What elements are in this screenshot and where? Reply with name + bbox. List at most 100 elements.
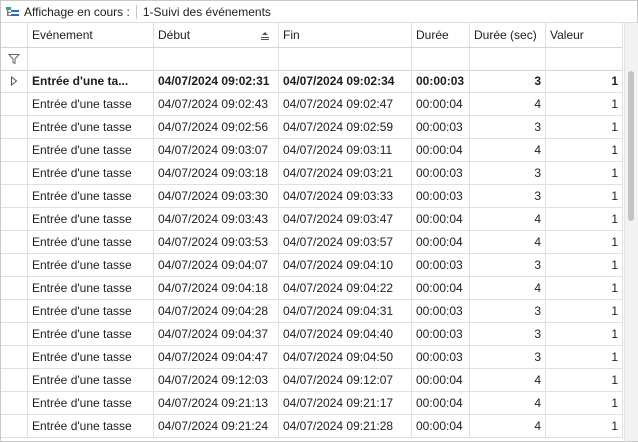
cell-valeur[interactable]: 1 (546, 231, 623, 253)
table-row[interactable]: Entrée d'une tasse 04/07/2024 09:04:28 04/… (1, 300, 623, 323)
table-row[interactable]: Entrée d'une tasse 04/07/2024 09:21:13 04/… (1, 392, 623, 415)
cell-valeur[interactable]: 1 (546, 323, 623, 345)
current-view-selector[interactable]: 1-Suivi des événements (143, 5, 271, 19)
filter-icon[interactable] (1, 48, 28, 70)
cell-duree-sec[interactable]: 4 (470, 139, 546, 161)
row-indicator[interactable] (1, 70, 28, 92)
table-row[interactable]: Entrée d'une tasse 04/07/2024 09:03:43 04/… (1, 208, 623, 231)
cell-evenement[interactable]: Entrée d'une tasse (28, 93, 154, 115)
cell-evenement[interactable]: Entrée d'une tasse (28, 139, 154, 161)
cell-evenement[interactable]: Entrée d'une tasse (28, 231, 154, 253)
cell-debut[interactable]: 04/07/2024 09:21:13 (154, 392, 279, 414)
vertical-scrollbar[interactable] (624, 23, 638, 441)
cell-duree[interactable]: 00:00:04 (412, 139, 470, 161)
cell-evenement[interactable]: Entrée d'une tasse (28, 323, 154, 345)
table-row[interactable]: Entrée d'une tasse 04/07/2024 09:04:37 04/… (1, 323, 623, 346)
cell-valeur[interactable]: 1 (546, 369, 623, 391)
cell-valeur[interactable]: 1 (546, 139, 623, 161)
row-indicator[interactable] (1, 139, 28, 161)
cell-valeur[interactable]: 1 (546, 300, 623, 322)
cell-evenement[interactable]: Entrée d'une tasse (28, 116, 154, 138)
cell-fin[interactable]: 04/07/2024 09:04:22 (279, 277, 412, 299)
cell-duree-sec[interactable]: 3 (470, 185, 546, 207)
cell-duree[interactable]: 00:00:04 (412, 93, 470, 115)
cell-duree-sec[interactable]: 3 (470, 254, 546, 276)
cell-duree[interactable]: 00:00:03 (412, 300, 470, 322)
cell-fin[interactable]: 04/07/2024 09:02:59 (279, 116, 412, 138)
cell-duree-sec[interactable]: 4 (470, 369, 546, 391)
column-header-valeur[interactable]: Valeur (546, 23, 623, 47)
filter-cell-fin[interactable] (279, 48, 412, 70)
cell-duree[interactable]: 00:00:04 (412, 392, 470, 414)
cell-valeur[interactable]: 1 (546, 93, 623, 115)
cell-valeur[interactable]: 1 (546, 185, 623, 207)
cell-evenement[interactable]: Entrée d'une tasse (28, 208, 154, 230)
cell-fin[interactable]: 04/07/2024 09:03:11 (279, 139, 412, 161)
row-indicator[interactable] (1, 323, 28, 345)
cell-valeur[interactable]: 1 (546, 392, 623, 414)
row-indicator[interactable] (1, 231, 28, 253)
cell-duree[interactable]: 00:00:04 (412, 231, 470, 253)
filter-cell-evenement[interactable] (28, 48, 154, 70)
cell-debut[interactable]: 04/07/2024 09:12:03 (154, 369, 279, 391)
cell-duree-sec[interactable]: 3 (470, 162, 546, 184)
table-row[interactable]: Entrée d'une tasse 04/07/2024 09:03:53 04/… (1, 231, 623, 254)
cell-valeur[interactable]: 1 (546, 254, 623, 276)
cell-fin[interactable]: 04/07/2024 09:04:10 (279, 254, 412, 276)
row-indicator[interactable] (1, 162, 28, 184)
cell-duree[interactable]: 00:00:03 (412, 116, 470, 138)
cell-evenement[interactable]: Entrée d'une tasse (28, 277, 154, 299)
cell-fin[interactable]: 04/07/2024 09:21:17 (279, 392, 412, 414)
filter-cell-valeur[interactable] (546, 48, 623, 70)
filter-cell-duree-sec[interactable] (470, 48, 546, 70)
cell-fin[interactable]: 04/07/2024 09:02:34 (279, 70, 412, 92)
cell-valeur[interactable]: 1 (546, 162, 623, 184)
cell-fin[interactable]: 04/07/2024 09:03:21 (279, 162, 412, 184)
row-indicator[interactable] (1, 369, 28, 391)
row-indicator[interactable] (1, 208, 28, 230)
cell-valeur[interactable]: 1 (546, 208, 623, 230)
filter-cell-debut[interactable] (154, 48, 279, 70)
row-indicator[interactable] (1, 277, 28, 299)
cell-evenement[interactable]: Entrée d'une tasse (28, 254, 154, 276)
cell-duree-sec[interactable]: 3 (470, 300, 546, 322)
cell-fin[interactable]: 04/07/2024 09:12:07 (279, 369, 412, 391)
cell-debut[interactable]: 04/07/2024 09:04:37 (154, 323, 279, 345)
column-header-duree-sec[interactable]: Durée (sec) (470, 23, 546, 47)
cell-fin[interactable]: 04/07/2024 09:03:57 (279, 231, 412, 253)
cell-fin[interactable]: 04/07/2024 09:21:28 (279, 415, 412, 437)
cell-debut[interactable]: 04/07/2024 09:02:43 (154, 93, 279, 115)
view-layout-icon[interactable] (5, 4, 21, 20)
cell-duree[interactable]: 00:00:04 (412, 415, 470, 437)
cell-debut[interactable]: 04/07/2024 09:04:18 (154, 277, 279, 299)
cell-debut[interactable]: 04/07/2024 09:21:24 (154, 415, 279, 437)
cell-duree[interactable]: 00:00:03 (412, 346, 470, 368)
cell-duree-sec[interactable]: 3 (470, 70, 546, 92)
cell-debut[interactable]: 04/07/2024 09:02:31 (154, 70, 279, 92)
cell-evenement[interactable]: Entrée d'une tasse (28, 185, 154, 207)
cell-evenement[interactable]: Entrée d'une tasse (28, 162, 154, 184)
cell-duree-sec[interactable]: 4 (470, 415, 546, 437)
cell-debut[interactable]: 04/07/2024 09:04:47 (154, 346, 279, 368)
table-row[interactable]: Entrée d'une tasse 04/07/2024 09:04:47 04/… (1, 346, 623, 369)
cell-fin[interactable]: 04/07/2024 09:02:47 (279, 93, 412, 115)
cell-fin[interactable]: 04/07/2024 09:04:31 (279, 300, 412, 322)
filter-cell-duree[interactable] (412, 48, 470, 70)
table-row[interactable]: Entrée d'une tasse 04/07/2024 09:03:07 04/… (1, 139, 623, 162)
cell-duree[interactable]: 00:00:03 (412, 70, 470, 92)
table-row[interactable]: Entrée d'une tasse 04/07/2024 09:04:18 04/… (1, 277, 623, 300)
row-indicator[interactable] (1, 392, 28, 414)
cell-evenement[interactable]: Entrée d'une tasse (28, 369, 154, 391)
column-header-fin[interactable]: Fin (279, 23, 412, 47)
table-row[interactable]: Entrée d'une tasse 04/07/2024 09:04:07 04/… (1, 254, 623, 277)
cell-duree-sec[interactable]: 3 (470, 323, 546, 345)
cell-debut[interactable]: 04/07/2024 09:03:07 (154, 139, 279, 161)
column-header-evenement[interactable]: Evénement (28, 23, 154, 47)
scrollbar-thumb[interactable] (628, 71, 634, 221)
cell-duree[interactable]: 00:00:03 (412, 323, 470, 345)
column-header-debut[interactable]: Début (154, 23, 279, 47)
cell-duree-sec[interactable]: 3 (470, 116, 546, 138)
cell-duree-sec[interactable]: 4 (470, 277, 546, 299)
row-indicator[interactable] (1, 254, 28, 276)
cell-valeur[interactable]: 1 (546, 116, 623, 138)
